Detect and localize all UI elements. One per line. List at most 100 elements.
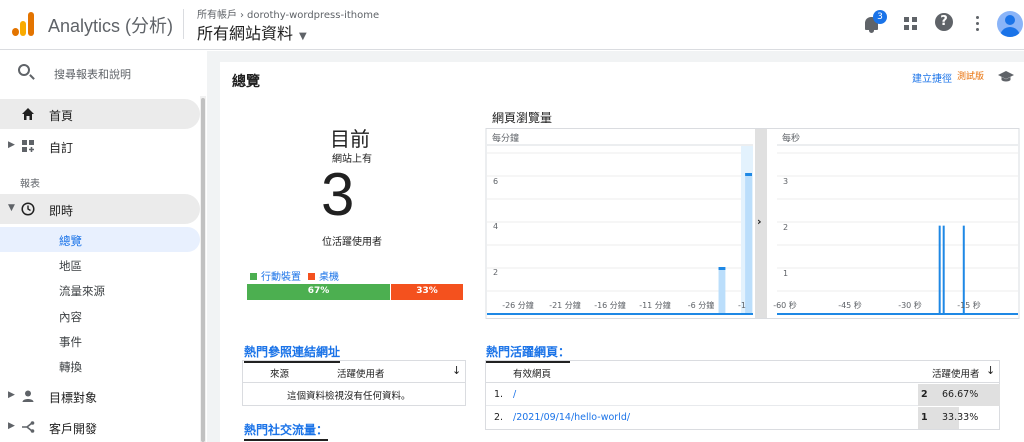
sidebar-item-label: 客戶開發 [49, 422, 98, 436]
expand-arrow-icon: ▶ [8, 390, 15, 400]
legend-label: 行動裝置 [261, 272, 301, 283]
help-icon[interactable]: ? [935, 13, 957, 35]
col-active-users[interactable]: 活躍使用者 [932, 366, 980, 380]
person-icon [22, 390, 34, 402]
x-tick-label: -1 [738, 301, 746, 310]
sidebar-item-label: 即時 [49, 204, 74, 218]
page-title: 總覽 [232, 74, 260, 90]
x-tick-label: -6 分鐘 [688, 300, 715, 310]
top-social-title[interactable]: 熱門社交流量： [244, 421, 329, 441]
chart-bar [745, 173, 752, 314]
x-tick-label: -21 分鐘 [549, 300, 581, 310]
table-row[interactable]: 1. / 2 66.67% [486, 384, 1000, 406]
pageviews-chart-title: 網頁瀏覽量 [492, 111, 553, 125]
chevron-right-icon: › [757, 215, 762, 228]
overview-card: 總覽 建立捷徑 測試版 目前 網站上有 3 位活躍使用者 行動裝置 桌機 67%… [220, 62, 1024, 442]
sidebar-subitem-conversions[interactable]: 轉換 [0, 353, 200, 378]
sidebar-item-acquisition[interactable]: ▶ 客戶開發 [0, 412, 200, 442]
x-tick-label: -16 分鐘 [594, 300, 626, 310]
table-row[interactable]: 2. /2021/09/14/hello-world/ 1 33.33% [486, 407, 999, 429]
chart-bar [942, 225, 945, 314]
sidebar-item-label: 首頁 [49, 109, 74, 123]
sidebar-item-realtime[interactable]: ▼ 即時 [0, 194, 200, 224]
page-link[interactable]: /2021/09/14/hello-world/ [513, 412, 630, 423]
chart-bar [938, 225, 941, 314]
notifications-bell-icon[interactable]: 3 [862, 10, 887, 35]
sidebar-item-audience[interactable]: ▶ 目標對象 [0, 381, 200, 411]
col-active-users[interactable]: 活躍使用者 [337, 366, 385, 380]
expand-arrow-icon: ▶ [8, 140, 15, 150]
chart-bar [718, 267, 726, 314]
y-tick-label: 1 [783, 269, 788, 278]
notification-count-badge: 3 [873, 10, 887, 24]
sidebar-item-custom[interactable]: ▶ 自訂 [0, 131, 200, 161]
view-selector[interactable]: 所有網站資料 ▼ [197, 20, 307, 44]
y-tick-label: 2 [783, 223, 788, 232]
chart-bar-cap [745, 173, 752, 176]
more-vert-icon[interactable] [968, 13, 990, 35]
sort-down-arrow-icon[interactable]: ↓ [986, 364, 995, 377]
collapse-arrow-icon: ▼ [8, 203, 15, 213]
y-tick-label: 2 [493, 268, 498, 277]
graduation-cap-icon[interactable] [998, 70, 1014, 82]
sidebar-subitem-traffic-sources[interactable]: 流量來源 [0, 277, 200, 302]
sidebar-search[interactable]: 搜尋報表和說明 [0, 51, 207, 93]
sidebar-item-home[interactable]: 首頁 [0, 99, 200, 129]
active-users-count: 3 [321, 161, 355, 228]
app-name[interactable]: Analytics (分析) [48, 12, 173, 38]
subitem-label: 事件 [59, 335, 82, 349]
x-tick-label: -26 分鐘 [502, 300, 534, 310]
sidebar: 搜尋報表和說明 首頁 ▶ 自訂 報表 ▼ 即時 總覽 地區 流量來源 內容 事件… [0, 51, 207, 442]
expand-arrow-icon: ▶ [8, 421, 15, 431]
divider [183, 9, 184, 39]
col-source[interactable]: 來源 [270, 366, 289, 380]
reports-section-label: 報表 [20, 179, 40, 190]
chart-bar-cap [718, 267, 726, 270]
sidebar-subitem-locations[interactable]: 地區 [0, 252, 200, 277]
table-row: 這個資料檢視沒有任何資料。 [243, 383, 465, 405]
acquisition-icon [22, 421, 35, 433]
view-selector-label: 所有網站資料 [197, 24, 294, 43]
subitem-label: 地區 [59, 259, 82, 273]
create-shortcut-link[interactable]: 建立捷徑 [912, 70, 952, 85]
sort-down-arrow-icon[interactable]: ↓ [452, 364, 461, 377]
subitem-label: 轉換 [59, 360, 82, 374]
x-tick-label: -11 分鐘 [639, 300, 671, 310]
top-bar: Analytics (分析) 所有帳戶 › dorothy-wordpress-it… [0, 0, 1024, 50]
page-link[interactable]: / [513, 389, 516, 400]
search-label: 搜尋報表和說明 [54, 68, 131, 81]
sidebar-item-label: 自訂 [49, 141, 74, 155]
y-tick-label: 6 [493, 177, 498, 186]
row-percent: 66.67% [942, 389, 979, 400]
sidebar-subitem-content[interactable]: 內容 [0, 303, 200, 328]
dashboard-plus-icon [22, 140, 34, 152]
sidebar-item-label: 目標對象 [49, 391, 98, 405]
subitem-label: 流量來源 [59, 284, 105, 298]
x-tick-label: -60 秒 [773, 300, 797, 310]
sidebar-subitem-overview[interactable]: 總覽 [0, 227, 200, 252]
caret-down-icon: ▼ [299, 31, 307, 42]
sidebar-subitem-events[interactable]: 事件 [0, 328, 200, 353]
col-active-page[interactable]: 有效網頁 [513, 366, 551, 380]
row-index: 2. [494, 412, 504, 423]
subitem-label: 內容 [59, 310, 82, 324]
sidebar-scrollbar-thumb[interactable] [201, 98, 205, 442]
main-content: 總覽 建立捷徑 測試版 目前 網站上有 3 位活躍使用者 行動裝置 桌機 67%… [207, 51, 1024, 442]
subitem-label: 總覽 [59, 234, 82, 248]
legend-desktop: 桌機 [308, 268, 339, 283]
mobile-share: 67% [247, 284, 390, 300]
panel-label: 每秒 [782, 132, 800, 144]
active-pages-table: 有效網頁 活躍使用者 ↓ 1. / 2 66.67% 2. /2021/09/1… [485, 360, 1000, 430]
breadcrumb[interactable]: 所有帳戶 › dorothy-wordpress-ithome [197, 6, 379, 21]
legend-label: 桌機 [319, 272, 339, 283]
apps-grid-icon[interactable] [900, 13, 922, 35]
legend-swatch [250, 273, 257, 280]
analytics-logo-icon[interactable] [12, 12, 36, 36]
account-avatar[interactable] [997, 11, 1023, 37]
y-tick-label: 4 [493, 222, 498, 231]
x-tick-label: -15 秒 [957, 300, 981, 310]
desktop-share: 33% [391, 284, 463, 300]
search-icon [18, 64, 30, 76]
row-users: 2 [921, 389, 928, 400]
beta-badge: 測試版 [957, 72, 985, 82]
